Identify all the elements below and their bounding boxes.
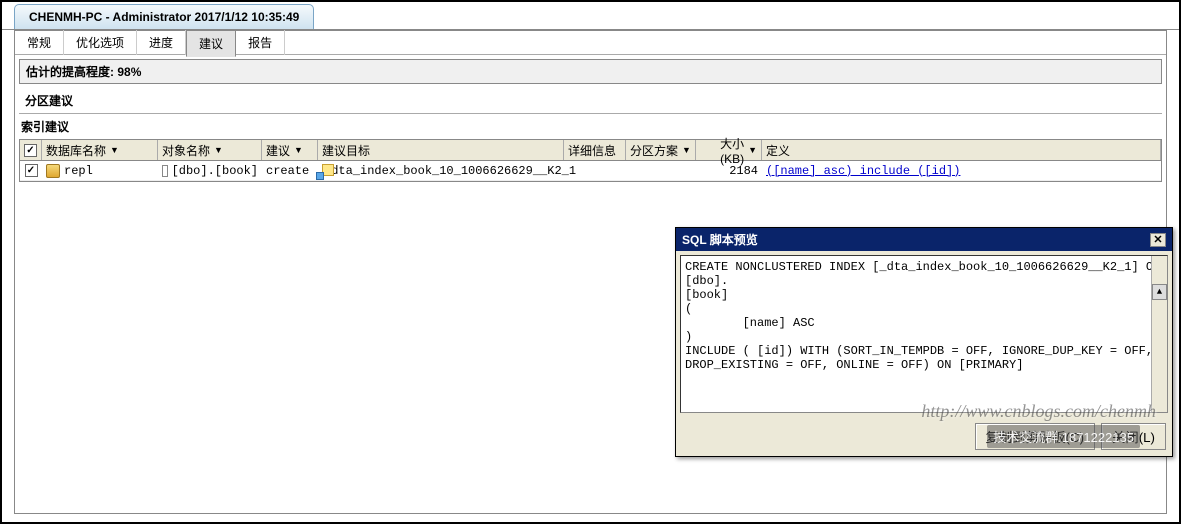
col-detail[interactable]: 详细信息 bbox=[564, 140, 626, 160]
scroll-up-icon[interactable]: ▲ bbox=[1152, 284, 1167, 300]
document-tab[interactable]: CHENMH-PC - Administrator 2017/1/12 10:3… bbox=[14, 4, 314, 29]
table-row[interactable]: repl [dbo].[book] create _dta_index_book… bbox=[20, 161, 1161, 181]
dialog-titlebar[interactable]: SQL 脚本预览 ✕ bbox=[676, 228, 1172, 251]
definition-link[interactable]: ([name] asc) include ([id]) bbox=[766, 164, 960, 178]
col-scheme[interactable]: 分区方案▼ bbox=[626, 140, 696, 160]
sub-tab-bar: 常规 优化选项 进度 建议 报告 bbox=[15, 31, 1166, 55]
close-icon[interactable]: ✕ bbox=[1150, 233, 1166, 247]
tab-general[interactable]: 常规 bbox=[15, 30, 64, 55]
checkbox-icon[interactable] bbox=[24, 144, 37, 157]
content-area: 常规 优化选项 进度 建议 报告 估计的提高程度: 98% 分区建议 索引建议 … bbox=[14, 30, 1167, 514]
chevron-down-icon: ▼ bbox=[214, 145, 223, 155]
table-icon bbox=[162, 165, 168, 177]
sql-preview-dialog: SQL 脚本预览 ✕ CREATE NONCLUSTERED INDEX [_d… bbox=[675, 227, 1173, 457]
chevron-down-icon: ▼ bbox=[748, 145, 757, 155]
close-button[interactable]: 关闭(L) bbox=[1101, 423, 1166, 450]
col-size[interactable]: 大小(KB)▼ bbox=[696, 140, 762, 160]
object-name: [dbo].[book] bbox=[172, 164, 258, 178]
col-object[interactable]: 对象名称▼ bbox=[158, 140, 262, 160]
chevron-down-icon: ▼ bbox=[110, 145, 119, 155]
tab-recommendations[interactable]: 建议 bbox=[186, 30, 236, 57]
tab-progress[interactable]: 进度 bbox=[137, 30, 186, 55]
col-definition[interactable]: 定义 bbox=[762, 140, 1161, 160]
estimate-bar: 估计的提高程度: 98% bbox=[19, 59, 1162, 84]
database-icon bbox=[46, 164, 60, 178]
row-checkbox[interactable] bbox=[25, 164, 38, 177]
recommendation-grid: 数据库名称▼ 对象名称▼ 建议▼ 建议目标 详细信息 分区方案▼ 大小(KB)▼… bbox=[19, 139, 1162, 182]
script-text: CREATE NONCLUSTERED INDEX [_dta_index_bo… bbox=[685, 260, 1167, 372]
grid-header: 数据库名称▼ 对象名称▼ 建议▼ 建议目标 详细信息 分区方案▼ 大小(KB)▼… bbox=[20, 140, 1161, 161]
target-name: _dta_index_book_10_1006626629__K2_1 bbox=[324, 164, 576, 178]
copy-button[interactable]: 复制到剪贴板(C) bbox=[975, 423, 1095, 450]
scrollbar[interactable]: ▲ bbox=[1151, 256, 1167, 412]
chevron-down-icon: ▼ bbox=[682, 145, 691, 155]
estimate-value: 98% bbox=[117, 65, 141, 79]
recommendation-action: create bbox=[266, 164, 309, 178]
db-name: repl bbox=[64, 164, 93, 178]
script-textarea[interactable]: CREATE NONCLUSTERED INDEX [_dta_index_bo… bbox=[680, 255, 1168, 413]
tab-reports[interactable]: 报告 bbox=[236, 30, 285, 55]
col-database[interactable]: 数据库名称▼ bbox=[42, 140, 158, 160]
col-select-all[interactable] bbox=[20, 140, 42, 160]
section-partition: 分区建议 bbox=[19, 88, 1162, 113]
col-recommendation[interactable]: 建议▼ bbox=[262, 140, 318, 160]
document-tab-strip: CHENMH-PC - Administrator 2017/1/12 10:3… bbox=[2, 2, 1179, 30]
dialog-title: SQL 脚本预览 bbox=[682, 231, 758, 248]
tab-tuning-options[interactable]: 优化选项 bbox=[64, 30, 137, 55]
scheme-cell bbox=[626, 161, 696, 180]
size-value: 2184 bbox=[729, 164, 758, 178]
chevron-down-icon: ▼ bbox=[294, 145, 303, 155]
section-index: 索引建议 bbox=[15, 114, 1166, 139]
col-target[interactable]: 建议目标 bbox=[318, 140, 564, 160]
estimate-label: 估计的提高程度: bbox=[26, 65, 114, 79]
detail-cell bbox=[564, 161, 626, 180]
